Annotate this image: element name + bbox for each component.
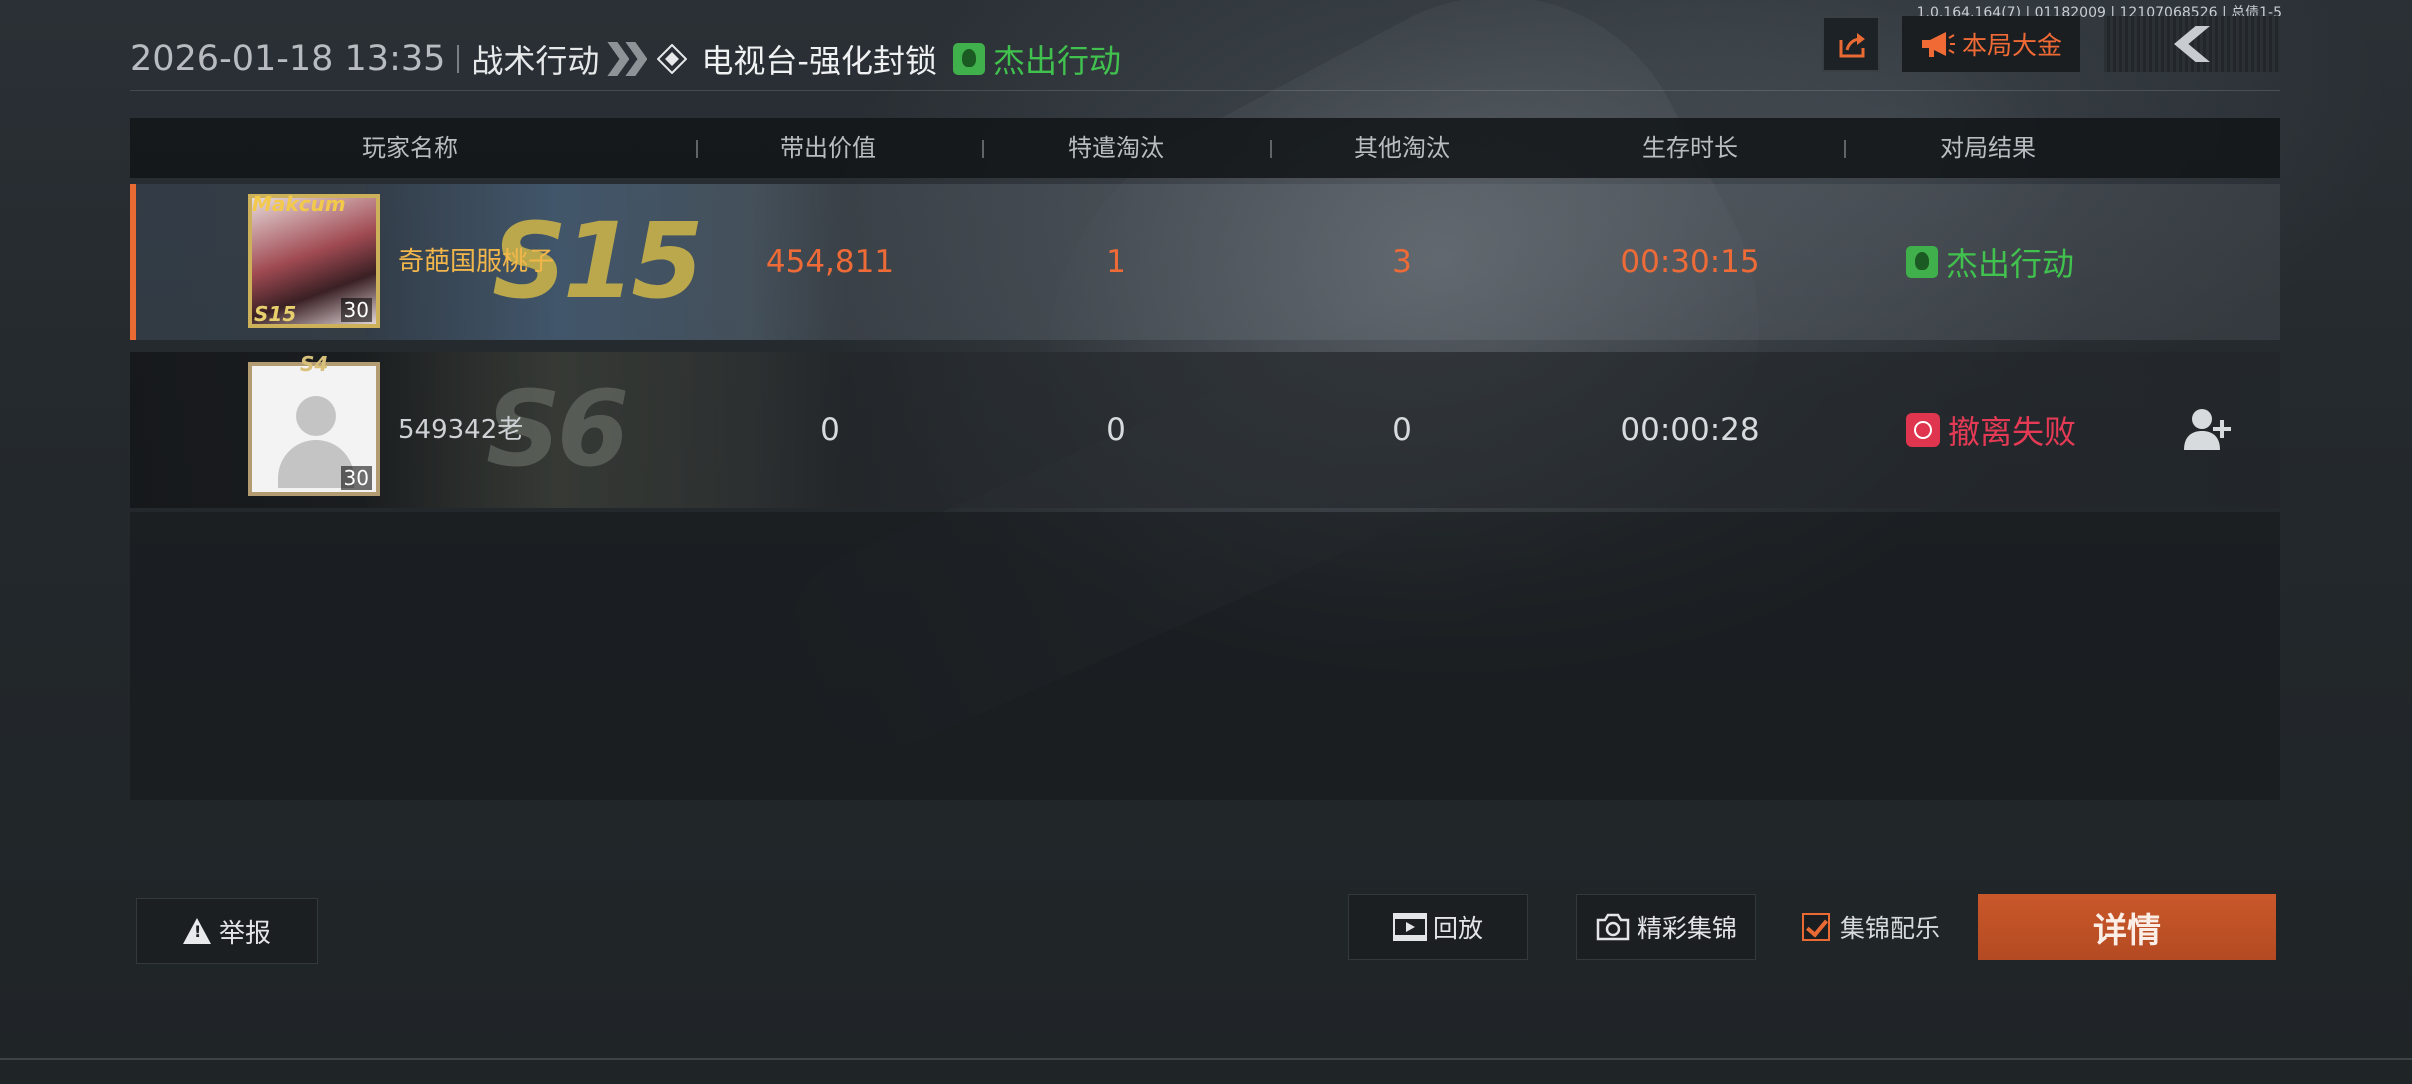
survival-time: 00:30:15 [1620, 244, 1760, 280]
table-row[interactable]: S6 S4 30 549342老 0 0 0 00:00:28 撤离失败 [130, 352, 2280, 508]
column-value: 带出价值 [780, 134, 876, 162]
report-label: 举报 [218, 918, 271, 949]
back-arrow-icon [2174, 26, 2210, 62]
player-result: 杰出行动 [1906, 184, 2074, 340]
match-result: 杰出行动 [992, 42, 1121, 80]
report-button[interactable]: 举报 [136, 898, 318, 964]
highlights-label: 精彩集锦 [1636, 914, 1737, 943]
highlights-button[interactable]: 精彩集锦 [1576, 894, 1756, 960]
share-button[interactable] [1822, 16, 1880, 72]
other-kills: 0 [1392, 412, 1412, 448]
column-other-kills: 其他淘汰 [1354, 134, 1450, 162]
match-bonus-label: 本局大金 [1961, 31, 2062, 60]
avatar-season-tag: S15 [254, 302, 297, 326]
extract-value: 454,811 [765, 244, 895, 280]
header-divider [457, 45, 460, 73]
special-kills: 1 [1106, 244, 1126, 280]
column-divider [696, 140, 698, 158]
special-kills: 0 [1106, 412, 1126, 448]
match-bonus-button[interactable]: 本局大金 [1902, 16, 2080, 72]
camera-icon [1596, 913, 1630, 941]
player-level: 30 [340, 298, 372, 322]
player-name: 奇葩国服桃子 [398, 247, 555, 277]
share-icon [1839, 33, 1865, 58]
player-result: 撤离失败 [1906, 352, 2076, 508]
result-label: 撤离失败 [1948, 413, 2077, 451]
music-label: 集锦配乐 [1840, 914, 1941, 943]
self-row-indicator [130, 184, 136, 340]
megaphone-icon [1921, 32, 1955, 57]
column-divider [1844, 140, 1846, 158]
match-header: 2026-01-18 13:35 战术行动 电视台-强化封锁 杰出行动 [130, 36, 1121, 82]
avatar-season-tag: S4 [300, 352, 329, 376]
other-kills: 3 [1392, 244, 1412, 280]
avatar-frame-label: Makcum [252, 192, 346, 216]
music-checkbox[interactable] [1802, 913, 1830, 941]
back-button[interactable] [2104, 16, 2280, 72]
column-divider [1270, 140, 1272, 158]
column-player-name: 玩家名称 [362, 134, 458, 162]
column-survival: 生存时长 [1642, 134, 1738, 162]
header-underline [130, 90, 2280, 91]
table-row[interactable]: S15 Makcum S15 30 奇葩国服桃子 454,811 1 3 00:… [130, 184, 2280, 340]
column-divider [982, 140, 984, 158]
survival-time: 00:00:28 [1620, 412, 1760, 448]
player-level: 30 [340, 466, 372, 490]
table-header: 玩家名称 带出价值 特遣淘汰 其他淘汰 生存时长 对局结果 [130, 118, 2280, 178]
map-name: 电视台-强化封锁 [701, 42, 937, 80]
default-avatar-head [296, 396, 336, 436]
double-chevron-icon [607, 42, 648, 76]
column-special-kills: 特遣淘汰 [1068, 134, 1164, 162]
player-name: 549342老 [398, 415, 524, 445]
replay-label: 回放 [1432, 914, 1483, 943]
result-label: 杰出行动 [1946, 245, 2075, 283]
replay-icon [1392, 913, 1427, 941]
match-datetime: 2026-01-18 13:35 [130, 39, 446, 79]
table-empty-area [130, 512, 2280, 800]
bottom-divider [0, 1058, 2412, 1060]
column-result: 对局结果 [1940, 134, 2036, 162]
highlight-music-toggle[interactable]: 集锦配乐 [1802, 910, 1940, 944]
avatar[interactable]: S4 30 [248, 352, 380, 496]
avatar[interactable]: Makcum S15 30 [248, 192, 380, 328]
warning-icon [182, 918, 211, 944]
fail-icon [1906, 413, 1940, 447]
success-icon [1906, 246, 1938, 278]
details-label: 详情 [2093, 910, 2161, 951]
details-button[interactable]: 详情 [1978, 894, 2276, 960]
match-mode: 战术行动 [471, 42, 600, 80]
add-friend-icon[interactable] [2182, 406, 2232, 452]
map-marker-icon [657, 43, 688, 75]
extract-value: 0 [820, 412, 840, 448]
success-icon [952, 43, 985, 75]
replay-button[interactable]: 回放 [1348, 894, 1528, 960]
